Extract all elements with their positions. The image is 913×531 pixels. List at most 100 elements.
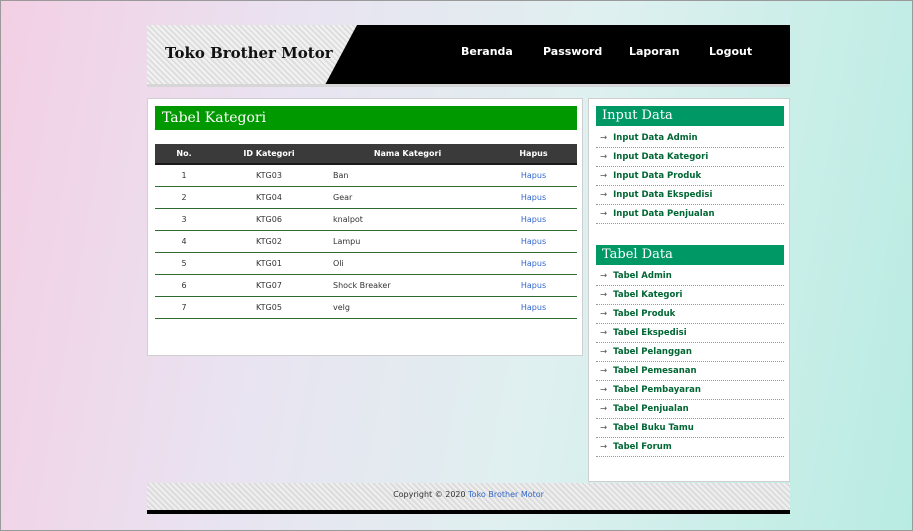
table-row: 6 KTG07 Shock Breaker Hapus xyxy=(155,274,577,297)
cell-no: 3 xyxy=(155,208,213,231)
cell-nama: knalpot xyxy=(325,208,490,231)
column-header-id: ID Kategori xyxy=(213,144,325,165)
site-footer: Copyright © 2020 Toko Brother Motor xyxy=(147,483,790,510)
menu-link-tabel-admin[interactable]: Tabel Admin xyxy=(613,271,672,281)
cell-nama: velg xyxy=(325,296,490,319)
kategori-table: No. ID Kategori Nama Kategori Hapus 1 KT… xyxy=(155,144,577,319)
menu-item: → Tabel Pembayaran xyxy=(596,381,784,400)
cell-id: KTG01 xyxy=(213,252,325,275)
menu-item: → Tabel Admin xyxy=(596,267,784,286)
nav-logout[interactable]: Logout xyxy=(709,45,752,58)
arrow-right-icon: → xyxy=(600,385,608,395)
nav-laporan[interactable]: Laporan xyxy=(629,45,680,58)
menu-item: → Tabel Produk xyxy=(596,305,784,324)
cell-id: KTG05 xyxy=(213,296,325,319)
column-header-nama: Nama Kategori xyxy=(325,144,490,165)
table-row: 2 KTG04 Gear Hapus xyxy=(155,186,577,209)
nav-beranda[interactable]: Beranda xyxy=(461,45,513,58)
arrow-right-icon: → xyxy=(600,290,608,300)
copyright-text: Copyright © 2020 xyxy=(393,490,466,499)
menu-link-input-penjualan[interactable]: Input Data Penjualan xyxy=(613,209,714,219)
cell-nama: Ban xyxy=(325,164,490,187)
menu-link-tabel-pembayaran[interactable]: Tabel Pembayaran xyxy=(613,385,701,395)
nav-password[interactable]: Password xyxy=(543,45,602,58)
site-header: Toko Brother Motor Beranda Password Lapo… xyxy=(147,25,790,84)
cell-no: 5 xyxy=(155,252,213,275)
cell-no: 6 xyxy=(155,274,213,297)
cell-id: KTG07 xyxy=(213,274,325,297)
cell-hapus: Hapus xyxy=(490,296,577,319)
menu-item: → Input Data Ekspedisi xyxy=(596,186,784,205)
footer-site-link[interactable]: Toko Brother Motor xyxy=(468,490,544,499)
cell-hapus: Hapus xyxy=(490,252,577,275)
cell-id: KTG06 xyxy=(213,208,325,231)
arrow-right-icon: → xyxy=(600,271,608,281)
menu-item: → Input Data Kategori xyxy=(596,148,784,167)
arrow-right-icon: → xyxy=(600,347,608,357)
column-header-no: No. xyxy=(155,144,213,165)
cell-nama: Shock Breaker xyxy=(325,274,490,297)
menu-link-tabel-pemesanan[interactable]: Tabel Pemesanan xyxy=(613,366,696,376)
menu-item: → Tabel Pelanggan xyxy=(596,343,784,362)
menu-item: → Tabel Kategori xyxy=(596,286,784,305)
page-title: Tabel Kategori xyxy=(155,106,577,130)
menu-item: → Input Data Penjualan xyxy=(596,205,784,224)
site-title[interactable]: Toko Brother Motor xyxy=(165,44,333,62)
footer-bar xyxy=(147,510,790,514)
table-header-row: No. ID Kategori Nama Kategori Hapus xyxy=(155,144,577,165)
table-row: 4 KTG02 Lampu Hapus xyxy=(155,230,577,253)
arrow-right-icon: → xyxy=(600,152,608,162)
menu-link-input-produk[interactable]: Input Data Produk xyxy=(613,171,701,181)
hapus-link[interactable]: Hapus xyxy=(521,303,546,312)
menu-link-tabel-produk[interactable]: Tabel Produk xyxy=(613,309,675,319)
hapus-link[interactable]: Hapus xyxy=(521,281,546,290)
cell-no: 2 xyxy=(155,186,213,209)
arrow-right-icon: → xyxy=(600,309,608,319)
cell-hapus: Hapus xyxy=(490,186,577,209)
table-row: 3 KTG06 knalpot Hapus xyxy=(155,208,577,231)
arrow-right-icon: → xyxy=(600,171,608,181)
cell-id: KTG04 xyxy=(213,186,325,209)
input-data-menu: → Input Data Admin → Input Data Kategori →… xyxy=(596,129,784,224)
menu-link-tabel-buku-tamu[interactable]: Tabel Buku Tamu xyxy=(613,423,694,433)
cell-nama: Gear xyxy=(325,186,490,209)
menu-item: → Input Data Admin xyxy=(596,129,784,148)
menu-link-tabel-penjualan[interactable]: Tabel Penjualan xyxy=(613,404,689,414)
arrow-right-icon: → xyxy=(600,442,608,452)
arrow-right-icon: → xyxy=(600,423,608,433)
menu-item: → Tabel Penjualan xyxy=(596,400,784,419)
menu-link-input-admin[interactable]: Input Data Admin xyxy=(613,133,697,143)
arrow-right-icon: → xyxy=(600,328,608,338)
hapus-link[interactable]: Hapus xyxy=(521,237,546,246)
menu-item: → Tabel Buku Tamu xyxy=(596,419,784,438)
menu-link-tabel-kategori[interactable]: Tabel Kategori xyxy=(613,290,682,300)
cell-no: 4 xyxy=(155,230,213,253)
hapus-link[interactable]: Hapus xyxy=(521,171,546,180)
menu-item: → Input Data Produk xyxy=(596,167,784,186)
table-row: 7 KTG05 velg Hapus xyxy=(155,296,577,319)
main-content: Tabel Kategori No. ID Kategori Nama Kate… xyxy=(147,98,583,356)
cell-no: 1 xyxy=(155,164,213,187)
tabel-data-heading: Tabel Data xyxy=(596,245,784,265)
menu-item: → Tabel Ekspedisi xyxy=(596,324,784,343)
header-divider xyxy=(147,84,790,87)
cell-hapus: Hapus xyxy=(490,208,577,231)
menu-link-input-ekspedisi[interactable]: Input Data Ekspedisi xyxy=(613,190,712,200)
cell-no: 7 xyxy=(155,296,213,319)
cell-id: KTG03 xyxy=(213,164,325,187)
menu-link-input-kategori[interactable]: Input Data Kategori xyxy=(613,152,708,162)
menu-link-tabel-forum[interactable]: Tabel Forum xyxy=(613,442,672,452)
arrow-right-icon: → xyxy=(600,404,608,414)
arrow-right-icon: → xyxy=(600,190,608,200)
arrow-right-icon: → xyxy=(600,366,608,376)
hapus-link[interactable]: Hapus xyxy=(521,193,546,202)
menu-item: → Tabel Pemesanan xyxy=(596,362,784,381)
menu-link-tabel-pelanggan[interactable]: Tabel Pelanggan xyxy=(613,347,692,357)
cell-nama: Oli xyxy=(325,252,490,275)
menu-item: → Tabel Forum xyxy=(596,438,784,457)
cell-hapus: Hapus xyxy=(490,274,577,297)
cell-nama: Lampu xyxy=(325,230,490,253)
menu-link-tabel-ekspedisi[interactable]: Tabel Ekspedisi xyxy=(613,328,687,338)
hapus-link[interactable]: Hapus xyxy=(521,259,546,268)
hapus-link[interactable]: Hapus xyxy=(521,215,546,224)
